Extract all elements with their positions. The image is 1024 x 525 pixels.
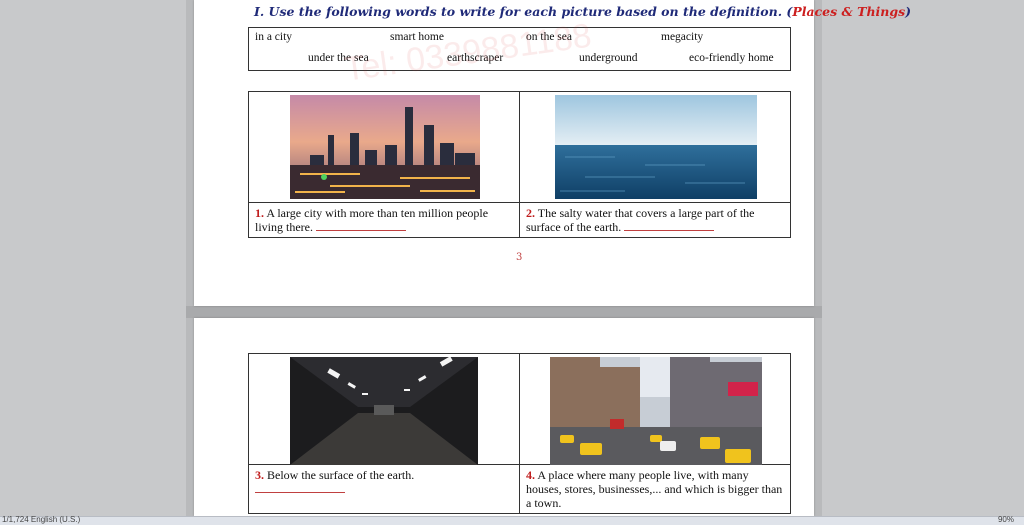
busy-street-image [550, 357, 762, 465]
definition-text: Below the surface of the earth. [267, 468, 415, 482]
definition-text: A place where many people live, with man… [526, 468, 783, 510]
heading-suffix: ) [905, 4, 912, 19]
word-bank-item: underground [579, 52, 638, 64]
heading-accent: Places & Things [792, 4, 906, 19]
zoom-level[interactable]: 90% [998, 515, 1014, 524]
item-number: 1. [255, 206, 264, 220]
document-page-2[interactable]: 3. Below the surface of the earth. 4. A … [194, 318, 814, 516]
answer-blank[interactable] [315, 220, 406, 231]
word-bank-item: megacity [661, 31, 704, 43]
word-bank-item: in a city [255, 31, 293, 43]
picture-cell [519, 353, 791, 465]
word-bank-item: on the sea [526, 31, 572, 43]
word-bank-item: eco-friendly home [689, 52, 774, 64]
picture-cell [248, 353, 520, 465]
word-bank-item: earthscraper [447, 52, 504, 64]
tunnel-image [290, 357, 478, 465]
word-bank: in a city smart home on the sea megacity… [248, 27, 791, 71]
page-shadow-left [186, 0, 194, 516]
word-bank-item: under the sea [308, 52, 369, 64]
answer-blank[interactable] [255, 482, 345, 493]
document-page-1[interactable]: I. Use the following words to write for … [194, 0, 911, 306]
status-page-language: 1/1,724 English (U.S.) [2, 515, 81, 524]
page-number: 3 [516, 252, 523, 263]
city-skyline-image [290, 95, 480, 199]
picture-table-1: 1. A large city with more than ten milli… [248, 91, 791, 238]
page-shadow-right [814, 0, 822, 516]
word-bank-item: smart home [390, 31, 444, 43]
exercise-heading: I. Use the following words to write for … [254, 4, 911, 19]
item-number: 4. [526, 468, 535, 482]
page-gap [186, 306, 822, 318]
picture-table-2: 3. Below the surface of the earth. 4. A … [248, 353, 791, 514]
item-number: 3. [255, 468, 264, 482]
heading-text: I. Use the following words to write for … [254, 4, 793, 19]
definition-cell-2: 2. The salty water that covers a large p… [519, 202, 791, 238]
definition-cell-4: 4. A place where many people live, with … [519, 464, 791, 514]
picture-cell [248, 91, 520, 203]
item-number: 2. [526, 206, 535, 220]
definition-cell-1: 1. A large city with more than ten milli… [248, 202, 520, 238]
sea-image [555, 95, 757, 199]
definition-cell-3: 3. Below the surface of the earth. [248, 464, 520, 514]
picture-cell [519, 91, 791, 203]
answer-blank[interactable] [624, 220, 715, 231]
